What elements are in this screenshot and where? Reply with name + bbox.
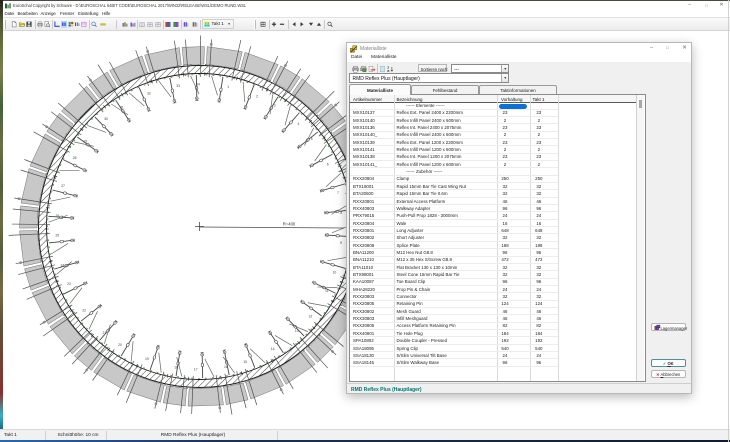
svg-text:7: 7 <box>337 191 339 195</box>
svg-text:2: 2 <box>256 94 258 98</box>
svg-text:6: 6 <box>327 163 329 167</box>
svg-text:27: 27 <box>61 184 65 188</box>
svg-text:a: a <box>387 69 389 73</box>
svg-text:34: 34 <box>196 82 200 86</box>
svg-text:25: 25 <box>55 234 59 238</box>
svg-text:18: 18 <box>174 365 178 369</box>
svg-text:17: 17 <box>194 367 198 371</box>
svg-text:4: 4 <box>297 122 299 126</box>
svg-text:22: 22 <box>82 308 86 312</box>
svg-text:9: 9 <box>340 241 342 245</box>
svg-text:R=400: R=400 <box>283 222 296 227</box>
svg-text:21: 21 <box>102 331 106 335</box>
svg-text:12: 12 <box>308 314 312 318</box>
svg-text:11: 11 <box>325 289 329 293</box>
svg-text:5: 5 <box>311 137 313 141</box>
svg-text:19: 19 <box>145 357 149 361</box>
svg-text:30: 30 <box>104 117 108 121</box>
svg-text:24: 24 <box>60 263 64 267</box>
svg-text:3: 3 <box>274 104 276 108</box>
svg-text:10: 10 <box>333 271 337 275</box>
svg-text:29: 29 <box>84 139 88 143</box>
svg-text:32: 32 <box>147 92 151 96</box>
svg-text:8: 8 <box>340 211 342 215</box>
svg-text:16: 16 <box>224 365 228 369</box>
svg-text:14: 14 <box>271 347 275 351</box>
svg-text:28: 28 <box>73 156 77 160</box>
svg-text:26: 26 <box>56 214 60 218</box>
svg-text:1: 1 <box>227 85 229 89</box>
svg-text:33: 33 <box>176 84 180 88</box>
svg-text:20: 20 <box>118 343 122 347</box>
svg-text:23: 23 <box>67 282 71 286</box>
svg-text:13: 13 <box>295 329 299 333</box>
svg-text:15: 15 <box>243 360 247 364</box>
svg-text:31: 31 <box>120 105 124 109</box>
